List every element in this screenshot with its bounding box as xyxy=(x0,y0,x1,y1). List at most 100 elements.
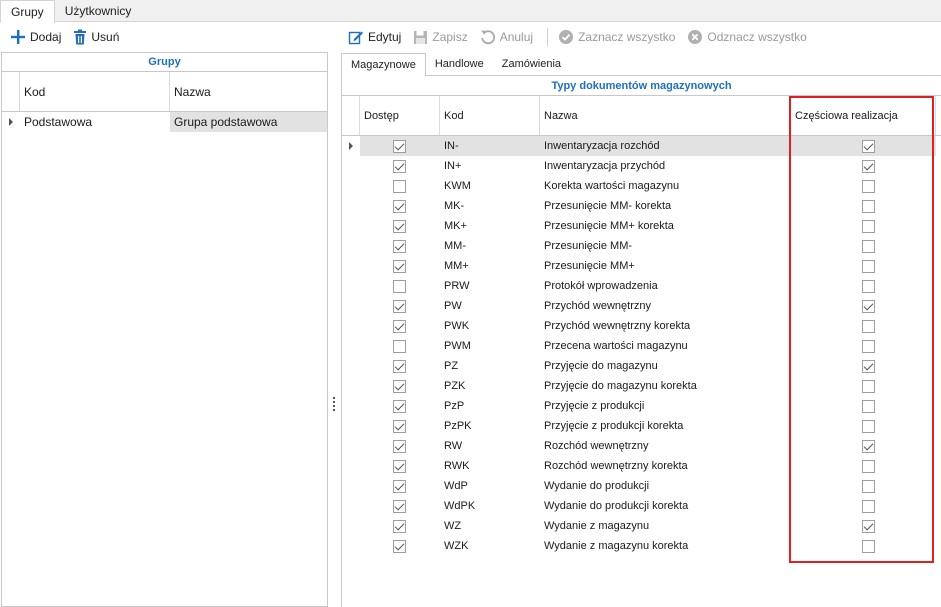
cell-kod[interactable]: PWM xyxy=(440,336,540,356)
cell-kod[interactable]: RW xyxy=(440,436,540,456)
cell-kod[interactable]: WZK xyxy=(440,536,540,556)
dostep-checkbox[interactable] xyxy=(393,479,406,493)
cell-nazwa[interactable]: Wydanie z magazynu korekta xyxy=(540,536,791,556)
table-row[interactable]: Podstawowa Grupa podstawowa xyxy=(2,112,327,132)
dostep-checkbox[interactable] xyxy=(393,279,406,293)
table-row[interactable]: IN+ Inwentaryzacja przychód xyxy=(342,156,941,176)
czesciowa-realizacja-checkbox[interactable] xyxy=(862,359,875,373)
dostep-checkbox[interactable] xyxy=(393,239,406,253)
cell-kod[interactable]: Podstawowa xyxy=(20,112,170,132)
dostep-checkbox[interactable] xyxy=(393,519,406,533)
tab-magazynowe[interactable]: Magazynowe xyxy=(341,53,426,77)
tab-grupy[interactable]: Grupy xyxy=(0,0,55,23)
table-row[interactable]: PzP Przyjęcie z produkcji xyxy=(342,396,941,416)
table-row[interactable]: WZK Wydanie z magazynu korekta xyxy=(342,536,941,556)
save-button[interactable]: Zapisz xyxy=(409,25,471,49)
cell-nazwa[interactable]: Protokół wprowadzenia xyxy=(540,276,791,296)
cell-kod[interactable]: MM- xyxy=(440,236,540,256)
czesciowa-realizacja-checkbox[interactable] xyxy=(862,299,875,313)
czesciowa-realizacja-checkbox[interactable] xyxy=(862,459,875,473)
cell-nazwa[interactable]: Przesunięcie MM+ xyxy=(540,256,791,276)
czesciowa-realizacja-checkbox[interactable] xyxy=(862,439,875,453)
cell-nazwa[interactable]: Przesunięcie MM+ korekta xyxy=(540,216,791,236)
czesciowa-realizacja-checkbox[interactable] xyxy=(862,139,875,153)
czesciowa-realizacja-checkbox[interactable] xyxy=(862,199,875,213)
cell-kod[interactable]: MK+ xyxy=(440,216,540,236)
czesciowa-realizacja-checkbox[interactable] xyxy=(862,219,875,233)
cell-kod[interactable]: PW xyxy=(440,296,540,316)
table-row[interactable]: KWM Korekta wartości magazynu xyxy=(342,176,941,196)
cell-nazwa[interactable]: Wydanie do produkcji korekta xyxy=(540,496,791,516)
dostep-checkbox[interactable] xyxy=(393,259,406,273)
czesciowa-realizacja-checkbox[interactable] xyxy=(862,179,875,193)
cell-kod[interactable]: PRW xyxy=(440,276,540,296)
czesciowa-realizacja-checkbox[interactable] xyxy=(862,259,875,273)
add-button[interactable]: Dodaj xyxy=(6,25,65,49)
cell-nazwa[interactable]: Wydanie do produkcji xyxy=(540,476,791,496)
table-row[interactable]: RWK Rozchód wewnętrzny korekta xyxy=(342,456,941,476)
cell-nazwa[interactable]: Przychód wewnętrzny xyxy=(540,296,791,316)
czesciowa-realizacja-checkbox[interactable] xyxy=(862,339,875,353)
cell-nazwa[interactable]: Przyjęcie do magazynu xyxy=(540,356,791,376)
czesciowa-realizacja-checkbox[interactable] xyxy=(862,479,875,493)
dostep-checkbox[interactable] xyxy=(393,179,406,193)
cell-kod[interactable]: MK- xyxy=(440,196,540,216)
column-header-nazwa[interactable]: Nazwa xyxy=(540,96,791,135)
column-header-dostep[interactable]: Dostęp xyxy=(360,96,440,135)
table-row[interactable]: WdPK Wydanie do produkcji korekta xyxy=(342,496,941,516)
table-row[interactable]: MK- Przesunięcie MM- korekta xyxy=(342,196,941,216)
czesciowa-realizacja-checkbox[interactable] xyxy=(862,319,875,333)
dostep-checkbox[interactable] xyxy=(393,359,406,373)
dostep-checkbox[interactable] xyxy=(393,539,406,553)
dostep-checkbox[interactable] xyxy=(393,499,406,513)
czesciowa-realizacja-checkbox[interactable] xyxy=(862,379,875,393)
dostep-checkbox[interactable] xyxy=(393,399,406,413)
dostep-checkbox[interactable] xyxy=(393,459,406,473)
cancel-button[interactable]: Anuluj xyxy=(476,25,537,49)
panel-splitter[interactable] xyxy=(330,52,340,607)
cell-nazwa[interactable]: Grupa podstawowa xyxy=(170,112,327,132)
table-row[interactable]: PW Przychód wewnętrzny xyxy=(342,296,941,316)
cell-nazwa[interactable]: Przesunięcie MM- korekta xyxy=(540,196,791,216)
table-row[interactable]: PzPK Przyjęcie z produkcji korekta xyxy=(342,416,941,436)
cell-kod[interactable]: IN- xyxy=(440,136,540,156)
table-row[interactable]: MM- Przesunięcie MM- xyxy=(342,236,941,256)
czesciowa-realizacja-checkbox[interactable] xyxy=(862,519,875,533)
cell-nazwa[interactable]: Inwentaryzacja przychód xyxy=(540,156,791,176)
czesciowa-realizacja-checkbox[interactable] xyxy=(862,539,875,553)
cell-nazwa[interactable]: Przyjęcie do magazynu korekta xyxy=(540,376,791,396)
table-row[interactable]: WZ Wydanie z magazynu xyxy=(342,516,941,536)
table-row[interactable]: MK+ Przesunięcie MM+ korekta xyxy=(342,216,941,236)
delete-button[interactable]: Usuń xyxy=(69,25,123,49)
table-row[interactable]: PZ Przyjęcie do magazynu xyxy=(342,356,941,376)
cell-kod[interactable]: MM+ xyxy=(440,256,540,276)
select-all-button[interactable]: Zaznacz wszystko xyxy=(554,25,679,49)
dostep-checkbox[interactable] xyxy=(393,299,406,313)
tab-handlowe[interactable]: Handlowe xyxy=(426,53,493,76)
cell-kod[interactable]: WdP xyxy=(440,476,540,496)
column-header-nazwa[interactable]: Nazwa xyxy=(170,72,327,111)
cell-nazwa[interactable]: Rozchód wewnętrzny korekta xyxy=(540,456,791,476)
cell-kod[interactable]: WZ xyxy=(440,516,540,536)
cell-kod[interactable]: IN+ xyxy=(440,156,540,176)
table-row[interactable]: PRW Protokół wprowadzenia xyxy=(342,276,941,296)
table-row[interactable]: PWK Przychód wewnętrzny korekta xyxy=(342,316,941,336)
czesciowa-realizacja-checkbox[interactable] xyxy=(862,399,875,413)
dostep-checkbox[interactable] xyxy=(393,159,406,173)
column-header-kod[interactable]: Kod xyxy=(20,72,170,111)
cell-kod[interactable]: PzP xyxy=(440,396,540,416)
dostep-checkbox[interactable] xyxy=(393,419,406,433)
dostep-checkbox[interactable] xyxy=(393,339,406,353)
czesciowa-realizacja-checkbox[interactable] xyxy=(862,499,875,513)
cell-kod[interactable]: WdPK xyxy=(440,496,540,516)
cell-nazwa[interactable]: Rozchód wewnętrzny xyxy=(540,436,791,456)
cell-kod[interactable]: PWK xyxy=(440,316,540,336)
edit-button[interactable]: Edytuj xyxy=(344,25,405,49)
czesciowa-realizacja-checkbox[interactable] xyxy=(862,279,875,293)
table-row[interactable]: WdP Wydanie do produkcji xyxy=(342,476,941,496)
dostep-checkbox[interactable] xyxy=(393,139,406,153)
czesciowa-realizacja-checkbox[interactable] xyxy=(862,159,875,173)
cell-kod[interactable]: PZK xyxy=(440,376,540,396)
cell-nazwa[interactable]: Przyjęcie z produkcji xyxy=(540,396,791,416)
table-row[interactable]: PZK Przyjęcie do magazynu korekta xyxy=(342,376,941,396)
